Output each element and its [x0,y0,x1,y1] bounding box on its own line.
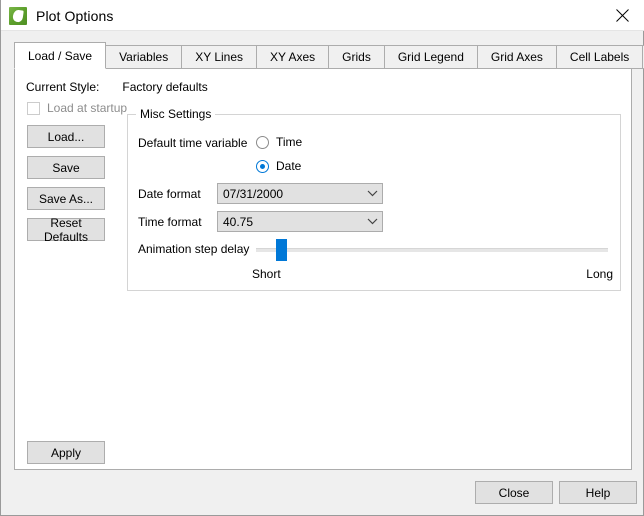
radio-date-label: Date [276,159,302,173]
title-bar-divider [1,30,644,31]
save-button[interactable]: Save [27,156,105,179]
chevron-down-icon [362,218,382,225]
reset-defaults-button[interactable]: Reset Defaults [27,216,105,244]
misc-settings-title: Misc Settings [136,107,216,121]
apply-button[interactable]: Apply [27,441,105,464]
radio-time[interactable]: Time [256,135,302,149]
close-button[interactable]: Close [475,481,553,504]
date-format-value: 07/31/2000 [223,186,284,201]
time-format-select[interactable]: 40.75 [217,211,383,232]
current-style-label: Current Style: [26,80,100,94]
radio-time-label: Time [276,135,303,149]
tab-panel-load-save: Current Style: Factory defaults Load at … [14,68,632,470]
app-droplet-icon [9,6,27,25]
misc-settings-group: Misc Settings Default time variable Time… [127,107,621,291]
radio-date[interactable]: Date [256,159,301,173]
animation-step-delay-label: Animation step delay [138,242,250,256]
date-format-label: Date format [138,187,201,201]
default-time-variable-label: Default time variable [138,136,248,150]
time-format-label: Time format [138,215,202,229]
radio-circle-selected-icon [256,159,269,173]
load-at-startup-checkbox[interactable]: Load at startup [27,101,127,115]
tab-grid-axes[interactable]: Grid Axes [476,45,557,69]
load-button[interactable]: Load... [27,125,105,148]
date-format-select[interactable]: 07/31/2000 [217,183,383,204]
animation-step-delay-slider[interactable] [256,248,608,252]
save-as-button[interactable]: Save As... [27,187,105,210]
tab-variables[interactable]: Variables [105,45,183,69]
window-title: Plot Options [36,7,114,24]
tab-strip: Load / Save Variables XY Lines XY Axes G… [14,42,644,69]
slider-min-label: Short [252,267,281,281]
current-style-value: Factory defaults [122,80,208,94]
plot-options-dialog: Plot Options Load / Save Variables XY Li… [0,0,644,516]
tab-xy-axes[interactable]: XY Axes [256,45,330,69]
tab-grids[interactable]: Grids [328,45,385,69]
tab-load-save[interactable]: Load / Save [14,42,107,69]
slider-handle[interactable] [276,239,288,261]
help-button[interactable]: Help [559,481,637,504]
tab-grid-legend[interactable]: Grid Legend [383,45,478,69]
tab-cell-labels[interactable]: Cell Labels [555,45,644,69]
slider-max-label: Long [586,267,613,281]
chevron-down-icon [362,190,382,197]
close-icon[interactable] [599,0,644,31]
checkbox-box-icon [27,101,40,115]
time-format-value: 40.75 [223,214,254,229]
radio-circle-icon [256,135,269,149]
current-style-row: Current Style: Factory defaults [26,80,208,94]
tab-xy-lines[interactable]: XY Lines [181,45,258,69]
load-at-startup-label: Load at startup [47,101,128,115]
title-bar: Plot Options [1,0,644,31]
